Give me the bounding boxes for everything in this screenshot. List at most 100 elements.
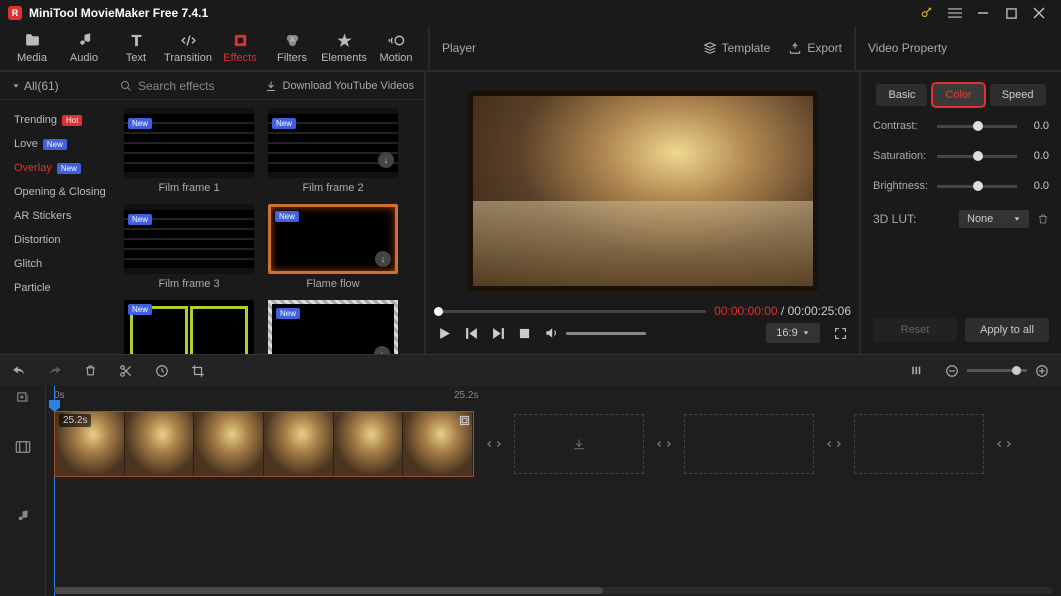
slider[interactable] xyxy=(937,185,1017,188)
download-youtube-button[interactable]: Download YouTube Videos xyxy=(255,80,425,92)
timeline-toolbar xyxy=(0,354,1061,386)
player-title: Player xyxy=(442,41,476,55)
category-glitch[interactable]: Glitch xyxy=(0,252,112,276)
play-button[interactable] xyxy=(438,327,451,340)
chevron-down-icon xyxy=(1013,215,1021,223)
effect-grid: NewFilm frame 1New↓Film frame 2NewFilm f… xyxy=(112,100,424,354)
lut-select[interactable]: None xyxy=(959,210,1029,228)
redo-button[interactable] xyxy=(48,364,62,378)
add-track-button[interactable] xyxy=(0,386,45,408)
auto-fit-button[interactable] xyxy=(910,364,923,377)
category-ar-stickers[interactable]: AR Stickers xyxy=(0,204,112,228)
video-clip[interactable]: 25.2s xyxy=(54,411,474,477)
prop-tab-speed[interactable]: Speed xyxy=(990,84,1046,106)
speed-button[interactable] xyxy=(155,364,169,378)
tab-filters[interactable]: Filters xyxy=(266,26,318,70)
search-icon xyxy=(120,80,132,92)
transition-slot[interactable] xyxy=(482,432,506,456)
effect-item[interactable]: New↓Film frame 2 xyxy=(268,108,398,200)
crop-button[interactable] xyxy=(191,364,205,378)
titlebar: R MiniTool MovieMaker Free 7.4.1 xyxy=(0,0,1061,26)
category-overlay[interactable]: OverlayNew xyxy=(0,156,112,180)
transition-slot[interactable] xyxy=(822,432,846,456)
next-frame-button[interactable] xyxy=(492,327,505,340)
download-icon: ↓ xyxy=(374,346,390,354)
preview-area[interactable] xyxy=(434,80,851,302)
video-track-icon xyxy=(0,408,45,486)
category-trending[interactable]: TrendingHot xyxy=(0,108,112,132)
audio-track-icon xyxy=(0,486,45,546)
timeline: 0s25.2s 25.2s xyxy=(0,386,1061,596)
tab-text[interactable]: Text xyxy=(110,26,162,70)
export-button[interactable]: Export xyxy=(788,41,842,55)
lut-label: 3D LUT: xyxy=(873,212,951,226)
effect-categories: TrendingHotLoveNewOverlayNewOpening & Cl… xyxy=(0,100,112,354)
audio-track[interactable] xyxy=(46,480,1061,540)
prop-row-saturation: Saturation:0.0 xyxy=(873,150,1049,162)
tab-elements[interactable]: Elements xyxy=(318,26,370,70)
maximize-button[interactable] xyxy=(997,2,1025,24)
effect-item[interactable]: New↓ xyxy=(268,300,398,354)
download-icon: ↓ xyxy=(375,251,391,267)
prev-frame-button[interactable] xyxy=(465,327,478,340)
prop-row-contrast: Contrast:0.0 xyxy=(873,120,1049,132)
preview-image xyxy=(468,91,818,291)
video-track[interactable]: 25.2s xyxy=(46,408,1061,480)
effects-panel: All(61) Search effects Download YouTube … xyxy=(0,72,426,354)
activate-icon[interactable] xyxy=(913,2,941,24)
transition-slot[interactable] xyxy=(992,432,1016,456)
volume-slider[interactable] xyxy=(566,332,646,335)
category-opening-closing[interactable]: Opening & Closing xyxy=(0,180,112,204)
download-icon: ↓ xyxy=(378,152,394,168)
effect-item[interactable]: NewFilm frame 1 xyxy=(124,108,254,200)
props-header: Video Property xyxy=(854,26,1054,70)
delete-lut-icon[interactable] xyxy=(1037,213,1049,225)
minimize-button[interactable] xyxy=(969,2,997,24)
transition-slot[interactable] xyxy=(652,432,676,456)
empty-slot[interactable] xyxy=(854,414,984,474)
tab-audio[interactable]: Audio xyxy=(58,26,110,70)
category-particle[interactable]: Particle xyxy=(0,276,112,300)
prop-tab-basic[interactable]: Basic xyxy=(876,84,927,106)
effect-item[interactable]: New xyxy=(124,300,254,354)
category-distortion[interactable]: Distortion xyxy=(0,228,112,252)
player-panel: 00:00:00:00 / 00:00:25:06 16:9 xyxy=(426,72,861,354)
menu-icon[interactable] xyxy=(941,2,969,24)
app-title: MiniTool MovieMaker Free 7.4.1 xyxy=(29,6,208,20)
category-love[interactable]: LoveNew xyxy=(0,132,112,156)
tab-effects[interactable]: Effects xyxy=(214,26,266,70)
apply-all-button[interactable]: Apply to all xyxy=(965,318,1049,342)
effect-item[interactable]: NewFilm frame 3 xyxy=(124,204,254,296)
timeline-ruler[interactable]: 0s25.2s xyxy=(46,386,1061,408)
tab-transition[interactable]: Transition xyxy=(162,26,214,70)
zoom-out-button[interactable] xyxy=(945,364,959,378)
empty-slot[interactable] xyxy=(684,414,814,474)
slider[interactable] xyxy=(937,155,1017,158)
split-button[interactable] xyxy=(119,364,133,378)
reset-button[interactable]: Reset xyxy=(873,318,957,342)
time-display: 00:00:00:00 / 00:00:25:06 xyxy=(714,304,851,318)
app-logo: R xyxy=(8,6,22,20)
volume-icon[interactable] xyxy=(544,326,558,340)
aspect-ratio-select[interactable]: 16:9 xyxy=(766,323,820,343)
close-button[interactable] xyxy=(1025,2,1053,24)
zoom-slider[interactable] xyxy=(967,369,1027,372)
template-button[interactable]: Template xyxy=(703,41,771,55)
effects-all-dropdown[interactable]: All(61) xyxy=(0,79,112,93)
prop-tab-color[interactable]: Color xyxy=(933,84,983,106)
delete-button[interactable] xyxy=(84,364,97,377)
tab-motion[interactable]: Motion xyxy=(370,26,422,70)
seek-bar[interactable] xyxy=(434,310,706,313)
timeline-body[interactable]: 0s25.2s 25.2s xyxy=(46,386,1061,596)
h-scrollbar[interactable] xyxy=(54,587,1053,594)
search-input[interactable]: Search effects xyxy=(112,79,255,93)
undo-button[interactable] xyxy=(12,364,26,378)
effect-item[interactable]: New↓Flame flow xyxy=(268,204,398,296)
stop-button[interactable] xyxy=(519,328,530,339)
slider[interactable] xyxy=(937,125,1017,128)
zoom-in-button[interactable] xyxy=(1035,364,1049,378)
player-header: Player Template Export xyxy=(428,26,854,70)
fullscreen-button[interactable] xyxy=(834,327,847,340)
tab-media[interactable]: Media xyxy=(6,26,58,70)
empty-slot[interactable] xyxy=(514,414,644,474)
